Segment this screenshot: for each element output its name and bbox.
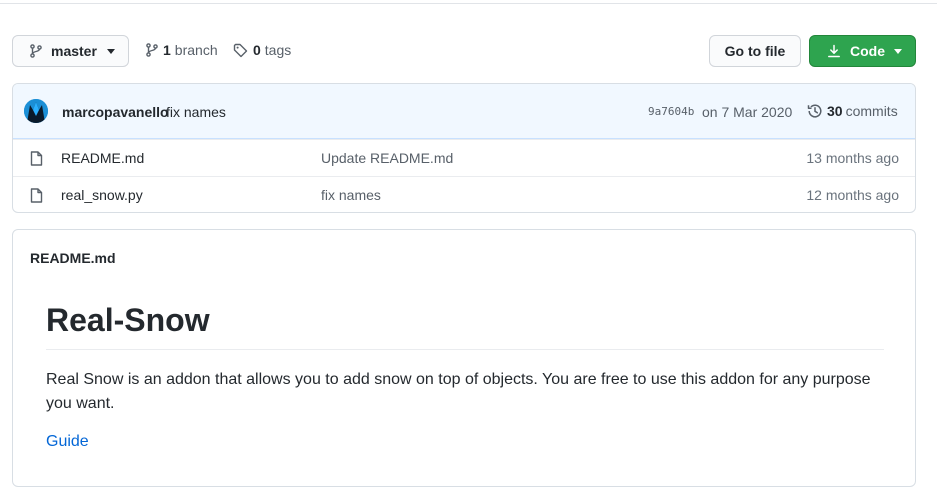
file-age: 13 months ago [806,150,899,166]
readme-description: Real Snow is an addon that allows you to… [46,371,871,412]
tags-count: 0 [253,42,261,58]
file-commit-message[interactable]: Update README.md [321,150,453,166]
file-icon [30,151,43,166]
caret-down-icon [106,48,115,54]
file-commit-message[interactable]: fix names [321,187,381,203]
avatar[interactable] [24,99,48,123]
go-to-file-button[interactable]: Go to file [709,35,801,67]
branches-count: 1 [163,42,171,58]
file-row: real_snow.py fix names 12 months ago [13,176,915,212]
branches-link[interactable]: 1 branch [146,42,218,58]
commits-count: 30 [827,103,843,119]
code-button-label: Code [850,43,885,59]
commits-link[interactable]: 30 commits [807,103,898,119]
file-name[interactable]: real_snow.py [61,187,143,203]
commit-sha[interactable]: 9a7604b [648,105,694,118]
git-branch-icon [146,43,158,57]
branch-select-button[interactable]: master [12,35,129,67]
tag-icon [233,43,248,58]
branches-label: branch [174,42,218,58]
readme-title: Real-Snow [46,302,210,338]
readme-box: README.md Real-Snow Real Snow is an addo… [12,229,916,487]
caret-down-icon [894,48,902,54]
file-name[interactable]: README.md [61,150,144,166]
commit-message[interactable]: fix names [166,104,226,120]
file-list-box: marcopavanello fix names 9a7604b on 7 Ma… [12,83,916,213]
readme-filename[interactable]: README.md [30,250,116,266]
file-icon [30,188,43,203]
history-icon [807,103,823,119]
latest-commit-bar: marcopavanello fix names 9a7604b on 7 Ma… [13,84,915,139]
file-age: 12 months ago [806,187,899,203]
download-icon [827,44,841,58]
tags-link[interactable]: 0 tags [233,42,291,58]
branch-name: master [51,43,97,59]
guide-link[interactable]: Guide [46,433,89,451]
file-row: README.md Update README.md 13 months ago [13,139,915,176]
code-button[interactable]: Code [809,35,916,67]
tags-label: tags [264,42,292,58]
commit-author[interactable]: marcopavanello [62,104,169,120]
top-divider [0,0,937,4]
git-branch-icon [30,44,42,58]
title-divider [46,349,884,350]
commits-label: commits [845,103,898,119]
commit-date: on 7 Mar 2020 [702,104,793,120]
